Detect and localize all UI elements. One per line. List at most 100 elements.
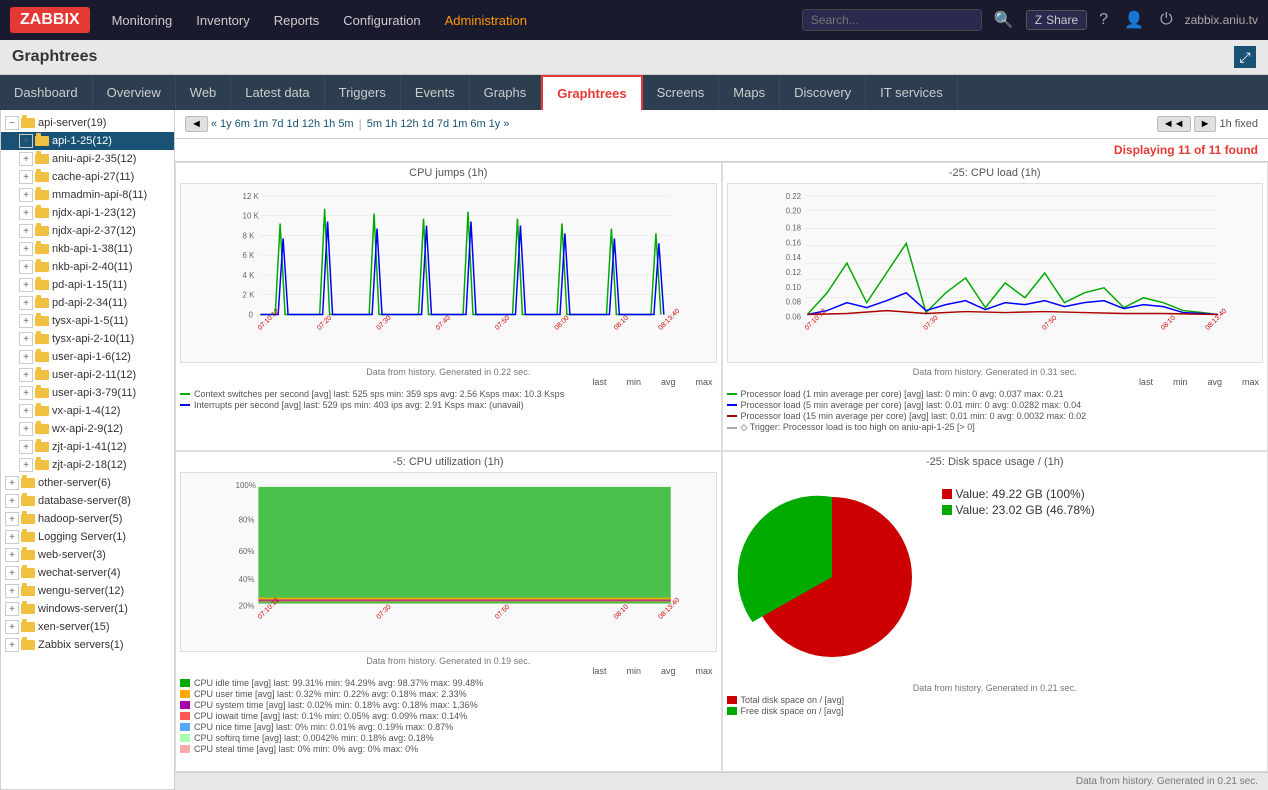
tree-toggle[interactable]: + xyxy=(5,494,19,508)
shortcut-1y-left[interactable]: 1y xyxy=(220,118,232,130)
sidebar-item-user-api-2-11[interactable]: + user-api-2-11(12) xyxy=(1,366,174,384)
sidebar-item-njdx-api-1-23[interactable]: + njdx-api-1-23(12) xyxy=(1,204,174,222)
tab-screens[interactable]: Screens xyxy=(643,75,720,110)
sidebar-item-pd-api-2-34[interactable]: + pd-api-2-34(11) xyxy=(1,294,174,312)
tree-toggle[interactable]: + xyxy=(19,260,33,274)
sidebar-item-user-api-1-6[interactable]: + user-api-1-6(12) xyxy=(1,348,174,366)
tab-triggers[interactable]: Triggers xyxy=(325,75,401,110)
shortcut-12h-right[interactable]: 12h xyxy=(400,118,418,130)
sidebar-item-xen-server[interactable]: + xen-server(15) xyxy=(1,618,174,636)
search-icon[interactable]: 🔍 xyxy=(990,10,1018,30)
tree-toggle[interactable]: + xyxy=(19,350,33,364)
tree-toggle[interactable]: + xyxy=(19,278,33,292)
tree-toggle[interactable]: + xyxy=(19,242,33,256)
tree-toggle[interactable]: + xyxy=(19,368,33,382)
search-input[interactable] xyxy=(802,9,982,31)
tree-toggle[interactable]: + xyxy=(5,530,19,544)
sidebar-item-windows-server[interactable]: + windows-server(1) xyxy=(1,600,174,618)
power-icon[interactable]: ⏻ xyxy=(1156,11,1177,29)
sidebar-item-mmadmin-api[interactable]: + mmadmin-api-8(11) xyxy=(1,186,174,204)
tree-toggle[interactable]: + xyxy=(19,296,33,310)
sidebar-item-vx-api-1-4[interactable]: + vx-api-1-4(12) xyxy=(1,402,174,420)
tab-maps[interactable]: Maps xyxy=(719,75,780,110)
sidebar-item-wx-api-2-9[interactable]: + wx-api-2-9(12) xyxy=(1,420,174,438)
share-button[interactable]: Z Share xyxy=(1026,10,1087,30)
shortcut-5m-right[interactable]: 5m xyxy=(367,118,382,130)
tab-discovery[interactable]: Discovery xyxy=(780,75,866,110)
sidebar-item-user-api-3-79[interactable]: + user-api-3-79(11) xyxy=(1,384,174,402)
shortcut-1h-left[interactable]: 1h xyxy=(323,118,335,130)
shortcut-1m-left[interactable]: 1m xyxy=(253,118,268,130)
sidebar-item-nkb-api-2-40[interactable]: + nkb-api-2-40(11) xyxy=(1,258,174,276)
tab-latest-data[interactable]: Latest data xyxy=(231,75,324,110)
shortcut-7d-left[interactable]: 7d xyxy=(271,118,283,130)
sidebar-item-other-server[interactable]: + other-server(6) xyxy=(1,474,174,492)
sidebar-item-nkb-api-1-38[interactable]: + nkb-api-1-38(11) xyxy=(1,240,174,258)
sidebar-item-zjt-api-1-41[interactable]: + zjt-api-1-41(12) xyxy=(1,438,174,456)
tree-toggle[interactable]: + xyxy=(5,602,19,616)
sidebar-item-zabbix-servers[interactable]: + Zabbix servers(1) xyxy=(1,636,174,654)
tree-toggle[interactable]: + xyxy=(5,638,19,652)
tree-toggle[interactable]: + xyxy=(19,332,33,346)
shortcut-1h-right[interactable]: 1h xyxy=(385,118,397,130)
sidebar-item-api-server[interactable]: − api-server(19) xyxy=(1,114,174,132)
nav-configuration[interactable]: Configuration xyxy=(331,0,432,40)
tree-toggle[interactable]: − xyxy=(5,116,19,130)
nav-inventory[interactable]: Inventory xyxy=(184,0,261,40)
tab-overview[interactable]: Overview xyxy=(93,75,176,110)
tree-toggle[interactable]: + xyxy=(5,566,19,580)
sidebar-item-wengu-server[interactable]: + wengu-server(12) xyxy=(1,582,174,600)
shortcut-6m-right[interactable]: 6m xyxy=(470,118,485,130)
tree-toggle[interactable]: + xyxy=(5,548,19,562)
shortcut-1m-right[interactable]: 1m xyxy=(452,118,467,130)
tree-toggle[interactable]: + xyxy=(19,224,33,238)
tree-toggle[interactable]: + xyxy=(19,206,33,220)
sidebar-item-logging-server[interactable]: + Logging Server(1) xyxy=(1,528,174,546)
sidebar-item-zjt-api-2-18[interactable]: + zjt-api-2-18(12) xyxy=(1,456,174,474)
tree-toggle[interactable]: + xyxy=(19,440,33,454)
tab-it-services[interactable]: IT services xyxy=(866,75,958,110)
shortcut-6m-left[interactable]: 6m xyxy=(235,118,250,130)
nav-administration[interactable]: Administration xyxy=(433,0,539,40)
shortcut-12h-left[interactable]: 12h xyxy=(302,118,320,130)
sidebar-item-api-1-25[interactable]: + api-1-25(12) xyxy=(1,132,174,150)
tree-toggle[interactable]: + xyxy=(5,620,19,634)
tree-toggle[interactable]: + xyxy=(5,584,19,598)
sidebar-item-tysx-api-1-5[interactable]: + tysx-api-1-5(11) xyxy=(1,312,174,330)
tree-toggle[interactable]: + xyxy=(19,314,33,328)
tree-toggle[interactable]: + xyxy=(19,188,33,202)
tree-toggle[interactable]: + xyxy=(5,512,19,526)
tree-toggle[interactable]: + xyxy=(19,458,33,472)
sidebar-item-database-server[interactable]: + database-server(8) xyxy=(1,492,174,510)
sidebar-item-wechat-server[interactable]: + wechat-server(4) xyxy=(1,564,174,582)
tab-graphtrees[interactable]: Graphtrees xyxy=(541,75,642,110)
sidebar-item-pd-api-1-15[interactable]: + pd-api-1-15(11) xyxy=(1,276,174,294)
sidebar-item-njdx-api-2-37[interactable]: + njdx-api-2-37(12) xyxy=(1,222,174,240)
tree-toggle[interactable]: + xyxy=(19,404,33,418)
zoom-out-button[interactable]: ◄◄ xyxy=(1157,116,1191,132)
tab-web[interactable]: Web xyxy=(176,75,232,110)
tab-dashboard[interactable]: Dashboard xyxy=(0,75,93,110)
sidebar-item-hadoop-server[interactable]: + hadoop-server(5) xyxy=(1,510,174,528)
zoom-in-button[interactable]: ► xyxy=(1194,116,1217,132)
zoom-in-end[interactable]: » xyxy=(503,118,509,130)
help-icon[interactable]: ? xyxy=(1095,11,1112,29)
shortcut-5m-left[interactable]: 5m xyxy=(338,118,353,130)
sidebar-item-aniu-api-2-35[interactable]: + aniu-api-2-35(12) xyxy=(1,150,174,168)
tree-toggle[interactable]: + xyxy=(19,422,33,436)
user-icon[interactable]: 👤 xyxy=(1120,10,1148,30)
shortcut-7d-right[interactable]: 7d xyxy=(437,118,449,130)
shortcut-1d-left[interactable]: 1d xyxy=(286,118,298,130)
tree-toggle[interactable]: + xyxy=(5,476,19,490)
prev-button[interactable]: ◄ xyxy=(185,116,208,132)
sidebar-item-cache-api-27[interactable]: + cache-api-27(11) xyxy=(1,168,174,186)
expand-button[interactable]: ⤢ xyxy=(1234,46,1256,68)
sidebar-item-tysx-api-2-10[interactable]: + tysx-api-2-10(11) xyxy=(1,330,174,348)
tree-toggle[interactable]: + xyxy=(19,134,33,148)
tree-toggle[interactable]: + xyxy=(19,152,33,166)
nav-reports[interactable]: Reports xyxy=(262,0,332,40)
sidebar-item-web-server[interactable]: + web-server(3) xyxy=(1,546,174,564)
shortcut-1y-right[interactable]: 1y xyxy=(489,118,501,130)
nav-monitoring[interactable]: Monitoring xyxy=(100,0,185,40)
tree-toggle[interactable]: + xyxy=(19,170,33,184)
